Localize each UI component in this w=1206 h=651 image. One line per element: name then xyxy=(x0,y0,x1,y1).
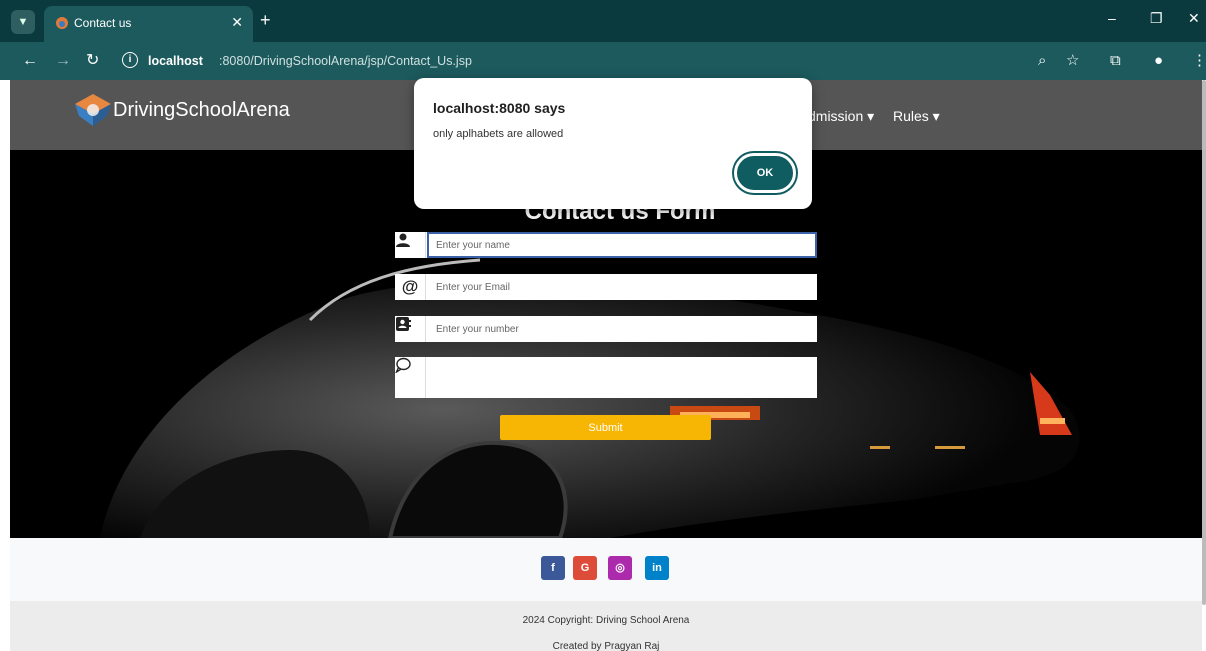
linkedin-icon[interactable]: in xyxy=(645,556,669,580)
nav-rules[interactable]: Rules ▾ xyxy=(893,108,940,125)
forward-arrow-icon[interactable]: → xyxy=(55,51,71,71)
email-field-group: @ xyxy=(395,274,817,300)
submit-button[interactable]: Submit xyxy=(500,415,711,440)
tab-search-button[interactable]: ▼ xyxy=(11,10,35,34)
message-bubble-icon xyxy=(395,357,426,398)
number-field-group xyxy=(395,316,817,342)
message-field-group xyxy=(395,357,817,398)
address-bar[interactable]: i localhost :8080/DrivingSchoolArena/jsp… xyxy=(112,47,1092,75)
name-input[interactable] xyxy=(427,232,817,258)
restore-button[interactable]: ❐ xyxy=(1150,10,1163,27)
back-arrow-icon[interactable]: ← xyxy=(22,51,38,71)
site-info-icon[interactable]: i xyxy=(122,52,138,68)
user-icon xyxy=(395,232,426,258)
dialog-title: localhost:8080 says xyxy=(433,100,566,116)
new-tab-button[interactable]: + xyxy=(260,10,271,30)
google-icon[interactable]: G xyxy=(573,556,597,580)
created-by-text: Created by Pragyan Raj xyxy=(552,641,660,651)
at-sign-icon: @ xyxy=(395,274,426,300)
copyright-text: 2024 Copyright: Driving School Arena xyxy=(522,615,690,626)
browser-menu-icon[interactable]: ⋮ xyxy=(1192,51,1206,71)
number-input[interactable] xyxy=(427,316,817,342)
logo-icon xyxy=(75,94,111,126)
footer: 2024 Copyright: Driving School Arena Cre… xyxy=(10,601,1202,651)
message-textarea[interactable] xyxy=(427,357,817,398)
contact-card-icon xyxy=(395,316,426,342)
zoom-icon[interactable]: ⌕ xyxy=(1038,51,1046,71)
alert-dialog: localhost:8080 says only aplhabets are a… xyxy=(414,78,812,209)
url-host: localhost xyxy=(148,54,203,68)
tab-title: Contact us xyxy=(74,16,132,30)
nav-admission[interactable]: dmission ▾ xyxy=(808,108,874,125)
reload-icon[interactable]: ↻ xyxy=(86,51,99,71)
tab-strip: ▼ Contact us ✕ + – ❐ ✕ xyxy=(0,0,1206,42)
extensions-icon[interactable]: ⧉ xyxy=(1110,51,1121,71)
brand-name[interactable]: DrivingSchoolArena xyxy=(113,99,290,122)
favicon-icon xyxy=(56,17,68,29)
window-close-button[interactable]: ✕ xyxy=(1188,10,1200,27)
tab-contact-us[interactable]: Contact us ✕ xyxy=(44,6,253,42)
profile-avatar-icon[interactable]: ● xyxy=(1154,51,1163,71)
name-field-group xyxy=(395,232,817,258)
instagram-icon[interactable]: ◎ xyxy=(608,556,632,580)
facebook-icon[interactable]: f xyxy=(541,556,565,580)
minimize-button[interactable]: – xyxy=(1108,10,1116,26)
bookmark-star-icon[interactable]: ☆ xyxy=(1066,51,1079,71)
browser-toolbar: ← → ↻ i localhost :8080/DrivingSchoolAre… xyxy=(0,42,1206,80)
dialog-ok-button[interactable]: OK xyxy=(734,153,796,193)
social-links-bar: f G ◎ in xyxy=(10,538,1202,601)
tab-close-icon[interactable]: ✕ xyxy=(231,14,243,31)
email-input[interactable] xyxy=(427,274,817,300)
url-path: :8080/DrivingSchoolArena/jsp/Contact_Us.… xyxy=(219,54,472,68)
dialog-message: only aplhabets are allowed xyxy=(433,128,564,140)
page-scrollbar[interactable] xyxy=(1202,80,1206,605)
